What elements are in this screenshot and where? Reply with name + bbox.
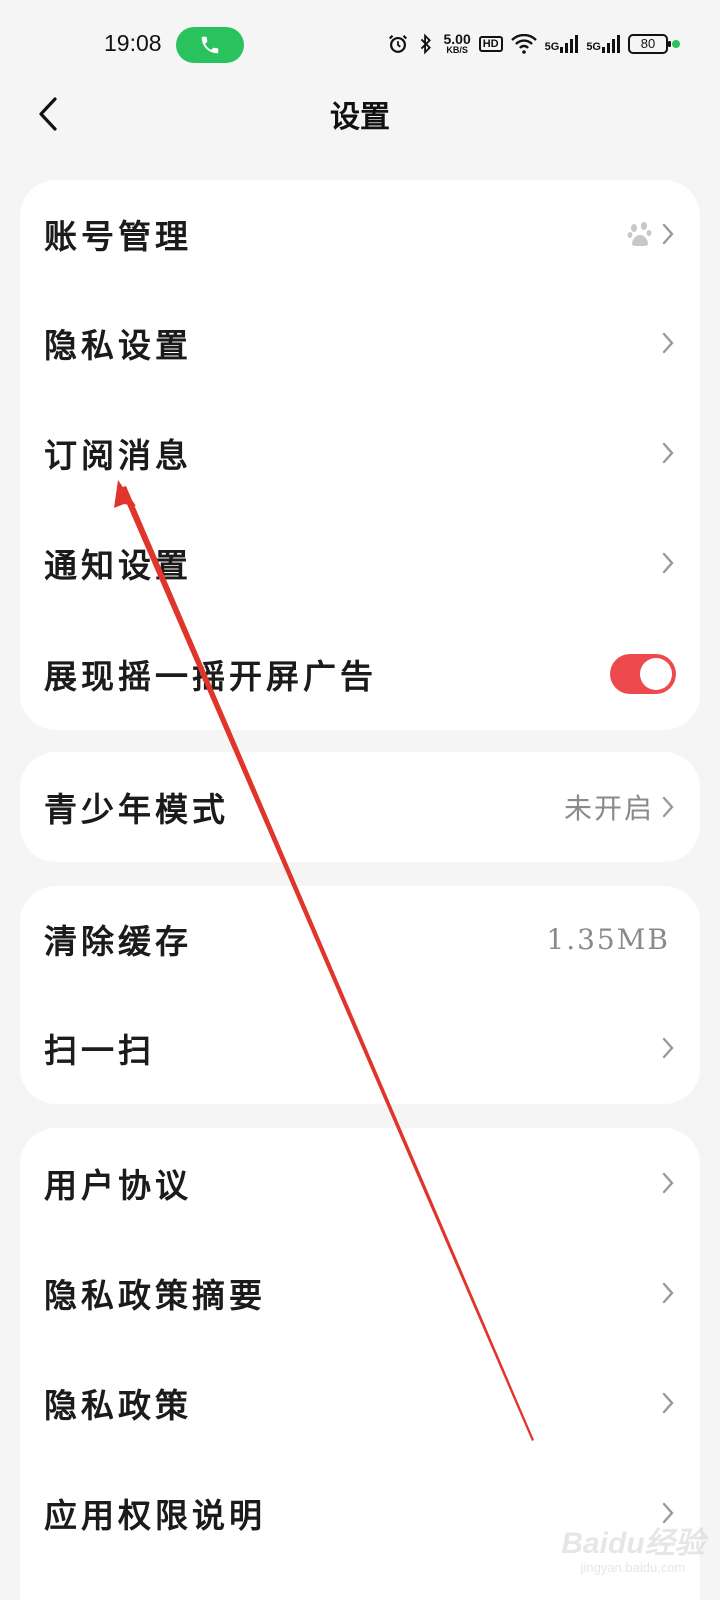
chevron-right-icon [660, 1391, 676, 1415]
phone-icon [201, 36, 219, 54]
chevron-right-icon [660, 551, 676, 575]
signal-bars-icon [560, 34, 579, 53]
shake-ad-toggle[interactable] [610, 654, 676, 694]
battery-level: 80 [640, 36, 656, 51]
status-icons: 5.00 KB/S HD 5G 5G 80 [387, 32, 671, 55]
speed-value: 5.00 [443, 31, 471, 47]
speed-unit: KB/S [446, 45, 468, 55]
signal-bars-icon [602, 34, 620, 53]
signal-sim1: 5G [544, 34, 579, 53]
settings-group-tools: 清除缓存 1.35MB 扫一扫 [20, 886, 700, 1104]
signal-sim2: 5G [586, 34, 620, 53]
status-bar: 19:08 5.00 KB/S HD 5G 5G 80 [0, 0, 720, 90]
row-clear-cache[interactable]: 清除缓存 1.35MB [20, 886, 700, 992]
row-label: 应用权限说明 [44, 1496, 266, 1535]
ongoing-call-pill[interactable] [176, 27, 244, 63]
battery-icon: 80 [628, 33, 671, 54]
row-label: 扫一扫 [44, 1031, 155, 1070]
row-label: 展现摇一摇开屏广告 [44, 657, 377, 696]
chevron-right-icon [660, 795, 676, 819]
status-time: 19:08 [104, 30, 162, 56]
row-label: 账号管理 [44, 217, 192, 256]
row-label: 用户协议 [44, 1166, 192, 1205]
chevron-right-icon [660, 222, 676, 246]
page-title: 设置 [330, 100, 390, 135]
network-type-2: 5G [586, 40, 601, 53]
row-label: 隐私政策摘要 [44, 1276, 266, 1315]
top-bar: 设置 [0, 80, 720, 150]
row-subscription-messages[interactable]: 订阅消息 [20, 398, 700, 508]
settings-group-account: 账号管理 隐私设置 订阅消息 通知设置 展现摇一摇开屏广告 [20, 180, 700, 730]
chevron-right-icon [660, 331, 676, 355]
row-shake-splash-ad: 展现摇一摇开屏广告 [20, 618, 700, 730]
alarm-icon [389, 34, 408, 53]
settings-group-legal: 用户协议 隐私政策摘要 隐私政策 应用权限说明 [20, 1128, 700, 1600]
row-user-agreement[interactable]: 用户协议 [20, 1128, 700, 1238]
network-type-1: 5G [544, 40, 560, 53]
chevron-right-icon [660, 1281, 676, 1305]
chevron-right-icon [660, 1171, 676, 1195]
row-account-management[interactable]: 账号管理 [20, 180, 700, 288]
chevron-right-icon [660, 1036, 676, 1060]
row-label: 订阅消息 [44, 436, 192, 475]
toggle-knob [640, 658, 672, 690]
row-teen-mode[interactable]: 青少年模式 未开启 [20, 752, 700, 862]
status-dot [672, 40, 680, 48]
row-privacy-settings[interactable]: 隐私设置 [20, 288, 700, 398]
network-speed: 5.00 KB/S [443, 32, 470, 55]
bluetooth-icon [421, 33, 432, 54]
chevron-right-icon [660, 441, 676, 465]
row-label: 青少年模式 [44, 790, 229, 829]
row-privacy-policy[interactable]: 隐私政策 [20, 1348, 700, 1458]
cache-size: 1.35MB [546, 922, 670, 956]
row-notification-settings[interactable]: 通知设置 [20, 508, 700, 618]
row-label: 隐私设置 [44, 326, 192, 365]
settings-group-teen: 青少年模式 未开启 [20, 752, 700, 862]
row-label: 通知设置 [44, 546, 192, 585]
teen-mode-status: 未开启 [563, 792, 654, 825]
hd-badge: HD [478, 35, 503, 52]
baidu-paw-icon [626, 220, 654, 248]
wifi-icon [510, 33, 537, 54]
row-app-permissions[interactable]: 应用权限说明 [20, 1458, 700, 1568]
row-label: 清除缓存 [44, 922, 192, 961]
row-privacy-policy-summary[interactable]: 隐私政策摘要 [20, 1238, 700, 1348]
chevron-right-icon [660, 1501, 676, 1525]
row-scan[interactable]: 扫一扫 [20, 992, 700, 1104]
row-label: 隐私政策 [44, 1386, 192, 1425]
